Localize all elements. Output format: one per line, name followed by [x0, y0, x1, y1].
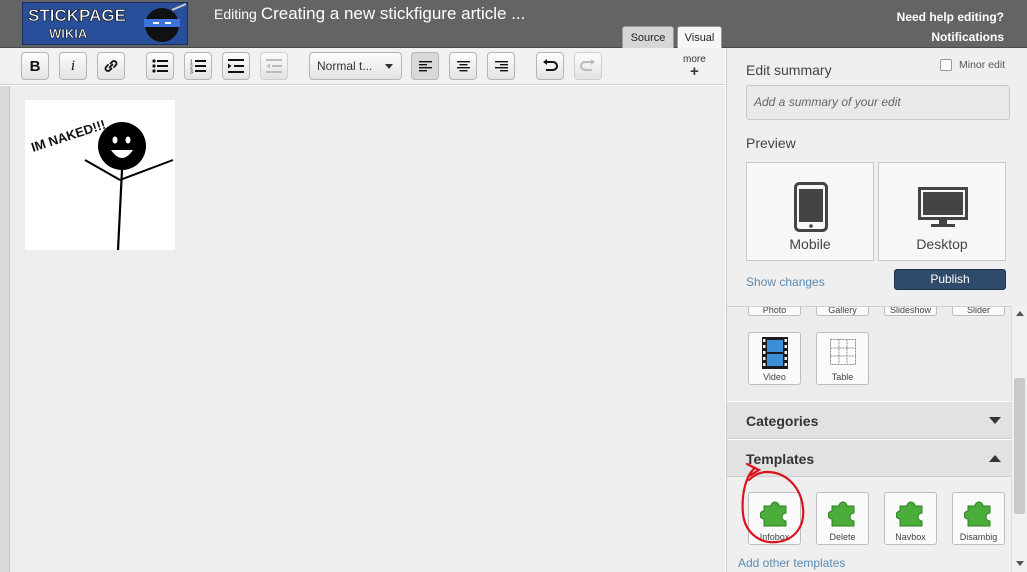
tab-source[interactable]: Source — [622, 26, 674, 48]
preview-desktop-label: Desktop — [916, 236, 968, 252]
preview-mobile-label: Mobile — [789, 236, 831, 252]
publish-button[interactable]: Publish — [894, 269, 1006, 290]
notifications-link[interactable]: Notifications — [897, 27, 1004, 47]
media-insert-panel: Photo Gallery Slideshow Slider Video Tab… — [727, 306, 1011, 401]
minor-edit-label: Minor edit — [959, 59, 1006, 71]
link-icon — [104, 60, 118, 72]
mobile-icon — [794, 182, 828, 232]
editing-label: Editing — [214, 6, 257, 22]
templates-section-toggle[interactable]: Templates — [727, 439, 1011, 477]
video-label: Video — [763, 372, 786, 382]
numbered-list-button[interactable]: 123 — [184, 52, 212, 80]
format-select-value: Normal t... — [317, 59, 373, 73]
indent-button[interactable] — [222, 52, 250, 80]
logo-text-line2: WIKIA — [49, 26, 88, 41]
align-center-button[interactable] — [449, 52, 477, 80]
sidebar-scrollbar[interactable] — [1011, 306, 1027, 572]
editor-content[interactable]: IM NAKED!!! — [0, 86, 725, 572]
preview-desktop-button[interactable]: Desktop — [878, 162, 1006, 261]
image-caption-text: IM NAKED!!! — [29, 117, 107, 155]
format-select[interactable]: Normal t... — [309, 52, 402, 80]
stickfigure-image[interactable]: IM NAKED!!! — [25, 100, 175, 251]
triangle-up-icon — [989, 455, 1001, 462]
scrollbar-thumb[interactable] — [1014, 378, 1025, 514]
template-navbox-button[interactable]: Navbox — [884, 492, 937, 545]
triangle-down-icon — [989, 417, 1001, 424]
outdent-icon — [266, 59, 282, 73]
editing-title: Editing Creating a new stickfigure articl… — [214, 4, 525, 24]
header-links: Need help editing? Notifications — [897, 7, 1004, 47]
edit-summary-label: Edit summary — [746, 62, 832, 78]
plus-icon: + — [690, 63, 699, 80]
table-button[interactable]: Table — [816, 332, 869, 385]
numbered-list-icon: 123 — [190, 59, 206, 74]
slideshow-label: Slideshow — [889, 306, 932, 315]
editor-toolbar: B i 123 Normal t... more + — [0, 48, 725, 85]
scroll-down-arrow-icon[interactable] — [1016, 561, 1024, 566]
align-right-button[interactable] — [487, 52, 515, 80]
gallery-label: Gallery — [828, 306, 857, 315]
photo-button[interactable]: Photo — [748, 306, 801, 316]
show-changes-link[interactable]: Show changes — [746, 275, 825, 289]
puzzle-piece-icon — [760, 501, 787, 527]
photo-label: Photo — [762, 306, 787, 315]
indent-icon — [228, 59, 244, 73]
logo-text-line1: STICKPAGE — [28, 6, 126, 25]
puzzle-piece-icon — [896, 501, 923, 527]
chevron-down-icon — [385, 64, 393, 69]
template-delete-button[interactable]: Delete — [816, 492, 869, 545]
bullet-list-button[interactable] — [146, 52, 174, 80]
templates-panel: Infobox Delete Navbox Disambig Add other… — [727, 462, 1011, 572]
desktop-icon — [918, 187, 968, 227]
help-editing-link[interactable]: Need help editing? — [897, 7, 1004, 27]
minor-edit-checkbox[interactable]: Minor edit — [940, 59, 1005, 71]
more-button[interactable]: more + — [683, 55, 706, 80]
categories-label: Categories — [746, 413, 819, 429]
gallery-button[interactable]: Gallery — [816, 306, 869, 316]
preview-mobile-button[interactable]: Mobile — [746, 162, 874, 261]
add-other-templates-link[interactable]: Add other templates — [738, 556, 845, 570]
tab-visual[interactable]: Visual — [677, 26, 722, 48]
categories-section-toggle[interactable]: Categories — [727, 401, 1011, 439]
edit-summary-input[interactable]: Add a summary of your edit — [746, 85, 1010, 120]
puzzle-piece-icon — [964, 501, 991, 527]
checkbox-icon[interactable] — [940, 59, 952, 71]
align-left-icon — [418, 60, 432, 71]
table-icon — [830, 339, 856, 365]
align-left-button[interactable] — [411, 52, 439, 80]
template-disambig-button[interactable]: Disambig — [952, 492, 1005, 545]
slideshow-button[interactable]: Slideshow — [884, 306, 937, 316]
link-button[interactable] — [97, 52, 125, 80]
bold-button[interactable]: B — [21, 52, 49, 80]
undo-icon — [543, 58, 558, 71]
stickpage-wikia-logo[interactable]: STICKPAGE WIKIA — [21, 1, 189, 46]
slider-label: Slider — [966, 306, 990, 315]
align-center-icon — [456, 60, 470, 71]
outdent-button[interactable] — [260, 52, 288, 80]
undo-button[interactable] — [536, 52, 564, 80]
table-label: Table — [831, 372, 854, 382]
global-header: STICKPAGE WIKIA Editing Creating a new st… — [0, 0, 1027, 48]
scroll-up-arrow-icon[interactable] — [1016, 311, 1024, 316]
svg-text:3: 3 — [190, 69, 193, 74]
template-infobox-label: Infobox — [759, 532, 790, 542]
video-button[interactable]: Video — [748, 332, 801, 385]
template-navbox-label: Navbox — [895, 532, 926, 542]
film-icon — [762, 337, 788, 369]
edit-sidebar: Edit summary Minor edit Add a summary of… — [726, 48, 1027, 572]
align-right-icon — [494, 60, 508, 71]
template-disambig-label: Disambig — [959, 532, 998, 542]
editor-gutter — [0, 86, 10, 572]
template-infobox-button[interactable]: Infobox — [748, 492, 801, 545]
bullet-list-icon — [152, 59, 168, 73]
redo-icon — [580, 58, 595, 71]
templates-label: Templates — [746, 451, 815, 467]
redo-button[interactable] — [574, 52, 602, 80]
italic-button[interactable]: i — [59, 52, 87, 80]
slider-button[interactable]: Slider — [952, 306, 1005, 316]
page-title: Creating a new stickfigure article ... — [260, 4, 526, 23]
puzzle-piece-icon — [828, 501, 855, 527]
template-delete-label: Delete — [829, 532, 856, 542]
preview-label: Preview — [746, 135, 796, 151]
